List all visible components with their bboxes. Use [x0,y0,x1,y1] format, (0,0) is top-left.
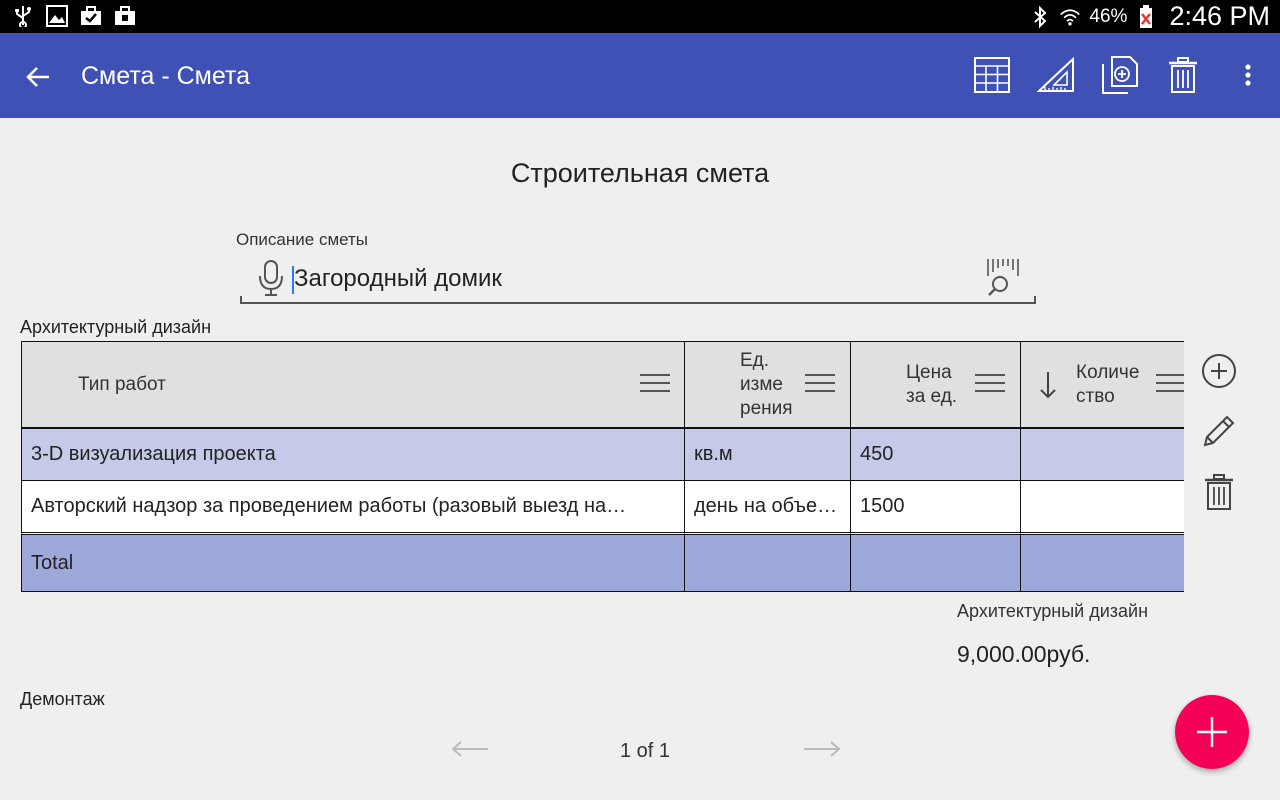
image-icon [46,4,68,28]
description-value[interactable]: Загородный домик [292,266,502,294]
total-cell [685,535,851,592]
bluetooth-icon [1029,5,1051,29]
page-indicator: 1 of 1 [619,740,671,762]
briefcase-check-icon [80,4,102,28]
trash-icon[interactable] [1161,53,1205,97]
delete-row-icon[interactable] [1198,471,1240,513]
cell-unit[interactable]: кв.м [685,429,851,481]
column-header-label-line: ство [1076,385,1115,407]
column-header-quantity[interactable]: Количе ство [1021,341,1184,429]
cell-price[interactable]: 1500 [851,481,1021,535]
column-header-label-line: Ед. [740,349,770,371]
cell-work-type[interactable]: 3-D визуализация проекта [21,429,685,481]
cell-quantity[interactable] [1021,429,1184,481]
add-row-icon[interactable] [1198,350,1240,392]
app-bar: Смета - Смета [0,33,1280,118]
wifi-icon [1059,5,1081,29]
table-icon[interactable] [970,53,1014,97]
ruler-triangle-icon[interactable] [1034,53,1078,97]
column-header-unit[interactable]: Ед. изме рения [685,341,851,429]
section-label: Архитектурный дизайн [20,317,212,337]
total-cell [1021,535,1184,592]
add-fab-button[interactable] [1175,695,1249,769]
summary-value: 9,000.00руб. [957,641,1091,667]
total-cell [851,535,1021,592]
column-menu-icon[interactable] [1156,374,1184,394]
summary-label: Архитектурный дизайн [957,601,1149,621]
column-header-label-line: за ед. [906,385,958,407]
battery-icon [1135,4,1157,29]
column-header-price[interactable]: Цена за ед. [851,341,1021,429]
page-title: Строительная смета [510,158,770,188]
pager: 1 of 1 [0,734,1280,768]
column-header-label: Тип работ [78,373,166,395]
sort-down-arrow-icon[interactable] [1039,370,1057,406]
table-header-row: Тип работ Ед. изме рения Цена за ед. Кол… [21,341,1184,429]
more-vert-icon[interactable] [1226,53,1270,97]
clock: 2:46 PM [1169,1,1270,31]
edit-pencil-icon[interactable] [1198,410,1240,452]
next-page-arrow-icon[interactable] [802,736,842,762]
column-menu-icon[interactable] [640,374,670,394]
table-total-row: Total [21,535,1184,592]
cell-work-type[interactable]: Авторский надзор за проведением работы (… [21,481,685,535]
column-header-label-line: Количе [1076,361,1140,383]
status-bar: 46% 2:46 PM [0,0,1280,33]
column-header-label-line: изме [740,373,783,395]
column-menu-icon[interactable] [805,374,835,394]
prev-page-arrow-icon[interactable] [450,736,490,762]
cell-unit[interactable]: день на объе… [685,481,851,535]
column-header-label-line: рения [740,397,793,419]
description-field[interactable]: Загородный домик [240,254,1036,304]
battery-percentage: 46% [1089,5,1128,27]
column-header-label-line: Цена [906,361,952,383]
table-row[interactable]: Авторский надзор за проведением работы (… [21,481,1184,535]
plus-icon [1197,717,1227,747]
copy-add-icon[interactable] [1098,53,1142,97]
column-header-work-type[interactable]: Тип работ [21,341,685,429]
total-label: Total [21,535,685,592]
column-menu-icon[interactable] [975,374,1005,394]
cell-price[interactable]: 450 [851,429,1021,481]
microphone-icon[interactable] [258,260,284,296]
briefcase-icon [114,4,136,28]
usb-icon [12,4,34,28]
cell-quantity[interactable] [1021,481,1184,535]
estimate-table: Тип работ Ед. изме рения Цена за ед. Кол… [21,341,1184,592]
table-row[interactable]: 3-D визуализация проекта кв.м 450 [21,429,1184,481]
barcode-search-icon[interactable] [986,258,1022,296]
description-label: Описание сметы [236,230,369,249]
section-label-2: Демонтаж [20,689,105,709]
